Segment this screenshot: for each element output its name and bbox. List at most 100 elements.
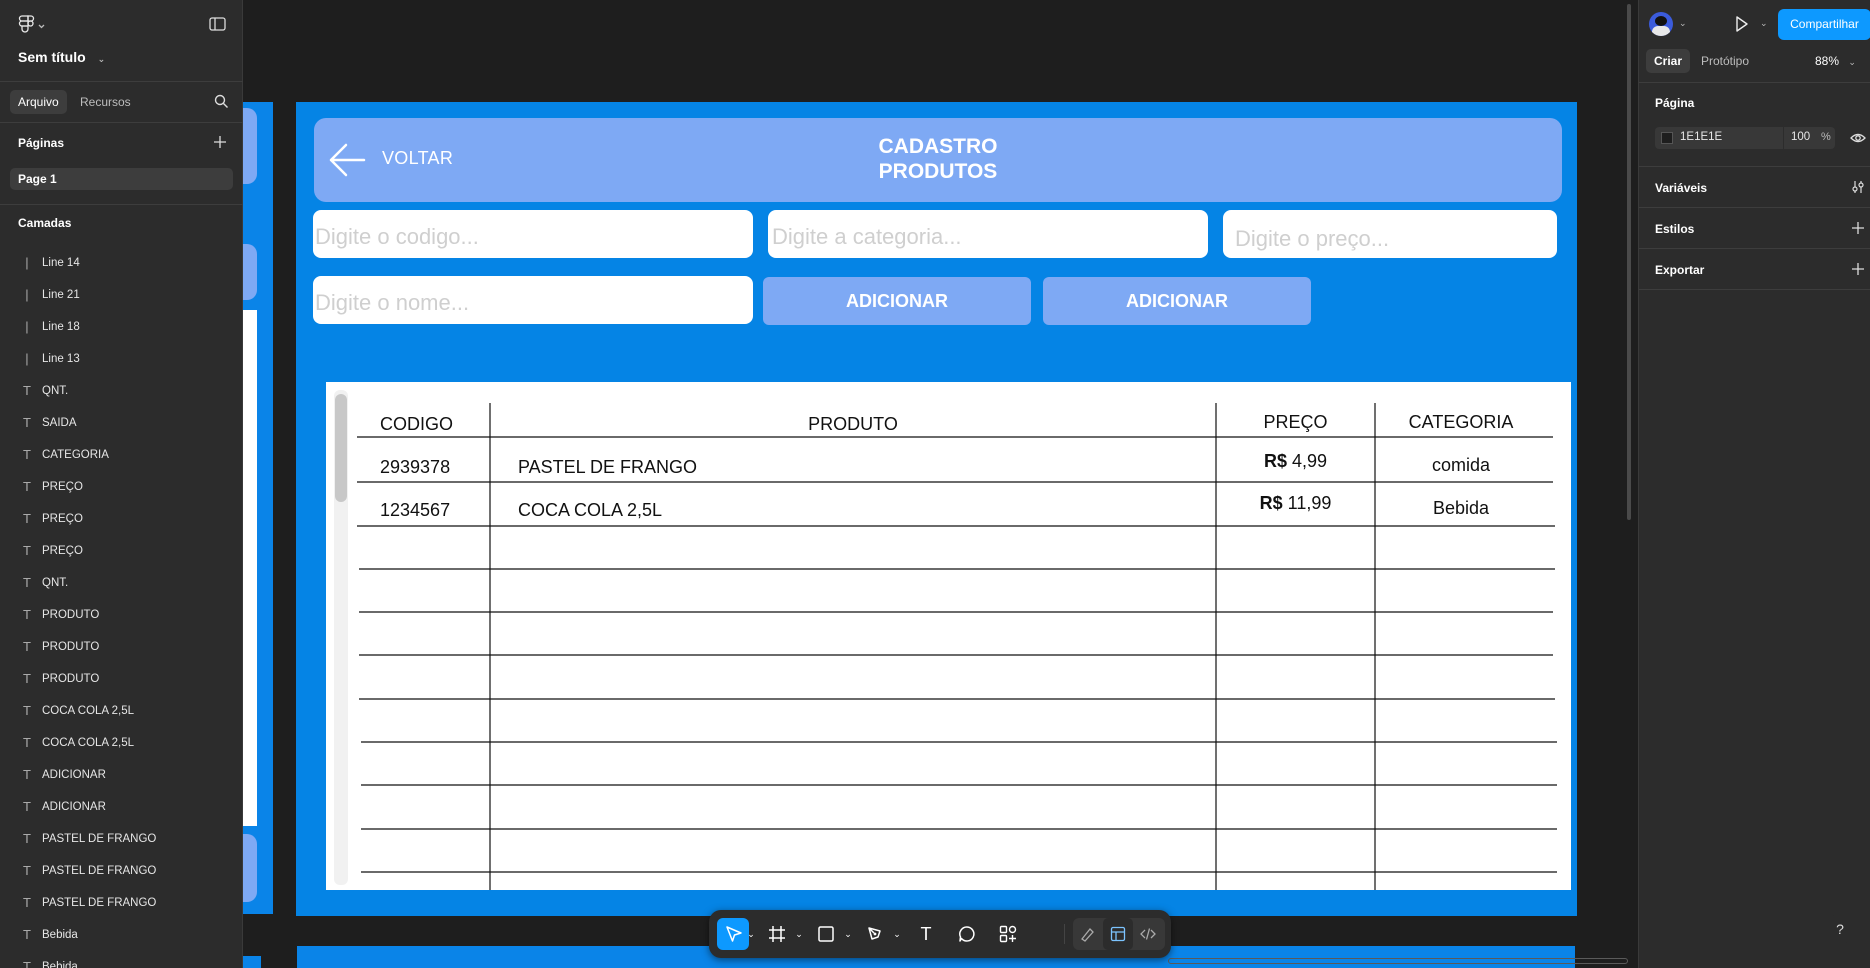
nome-input[interactable]: Digite o nome...	[313, 276, 753, 324]
layer-label: QNT.	[42, 385, 69, 397]
layer-item[interactable]: T COCA COLA 2,5L	[0, 695, 243, 727]
layer-item[interactable]: T PRODUTO	[0, 599, 243, 631]
add-export-icon[interactable]	[1852, 263, 1864, 275]
layer-item[interactable]: T QNT.	[0, 375, 243, 407]
color-swatch[interactable]	[1661, 132, 1673, 144]
add-style-icon[interactable]	[1852, 222, 1864, 234]
zoom-level[interactable]: 88% ⌄	[1815, 49, 1856, 74]
text-layer-icon: T	[23, 831, 31, 846]
design-mode-button[interactable]	[1103, 918, 1133, 950]
styles-heading[interactable]: Estilos	[1655, 222, 1694, 236]
layer-item[interactable]: T PASTEL DE FRANGO	[0, 887, 243, 919]
text-tool-button[interactable]: T	[910, 918, 942, 950]
tab-arquivo[interactable]: Arquivo	[10, 90, 67, 114]
layer-item[interactable]: T PASTEL DE FRANGO	[0, 823, 243, 855]
text-layer-icon: T	[23, 511, 31, 526]
text-layer-icon: T	[23, 767, 31, 782]
layer-item[interactable]: T ADICIONAR	[0, 791, 243, 823]
layer-item[interactable]: T PREÇO	[0, 503, 243, 535]
search-icon[interactable]	[214, 94, 229, 109]
layer-item[interactable]: T Bebida	[0, 919, 243, 951]
page-item-1[interactable]: Page 1	[10, 168, 233, 190]
actions-button[interactable]	[992, 918, 1024, 950]
page-color-field[interactable]: 1E1E1E 100 %	[1655, 127, 1835, 149]
row1-categoria: comida	[1431, 455, 1491, 475]
chevron-down-icon[interactable]: ⌄	[793, 918, 805, 950]
canvas-frame-below-left[interactable]	[243, 956, 261, 968]
layer-item[interactable]: T COCA COLA 2,5L	[0, 727, 243, 759]
export-heading[interactable]: Exportar	[1655, 263, 1704, 277]
cadastro-produtos-frame[interactable]: VOLTAR CADASTRO PRODUTOS Digite o codigo…	[296, 102, 1577, 916]
avatar[interactable]	[1649, 12, 1673, 36]
layer-item[interactable]: T PREÇO	[0, 471, 243, 503]
add-page-icon[interactable]	[214, 136, 226, 148]
adicionar-button-1[interactable]: ADICIONAR	[763, 277, 1031, 325]
preco-input[interactable]: Digite o preço...	[1223, 210, 1557, 258]
figma-logo-icon[interactable]	[18, 14, 48, 34]
tab-recursos[interactable]: Recursos	[80, 90, 131, 114]
pages-heading: Páginas	[18, 136, 65, 150]
text-layer-icon: T	[23, 703, 31, 718]
page-color-hex[interactable]: 1E1E1E	[1680, 131, 1722, 143]
currency-label: R$	[1263, 451, 1287, 471]
row1-produto: PASTEL DE FRANGO	[518, 457, 698, 477]
layer-item[interactable]: T SAIDA	[0, 407, 243, 439]
layer-item[interactable]: | Line 14	[0, 247, 243, 279]
comment-tool-button[interactable]	[951, 918, 983, 950]
layer-item[interactable]: T QNT.	[0, 567, 243, 599]
chevron-down-icon[interactable]: ⌄	[1679, 18, 1687, 29]
page-opacity[interactable]: 100	[1791, 131, 1810, 143]
tab-criar[interactable]: Criar	[1646, 49, 1691, 73]
layer-item[interactable]: | Line 21	[0, 279, 243, 311]
layer-item[interactable]: T PRODUTO	[0, 663, 243, 695]
dev-mode-button[interactable]	[1133, 918, 1163, 950]
adicionar-button-2[interactable]: ADICIONAR	[1043, 277, 1311, 325]
sidebar-toggle-icon[interactable]	[209, 17, 226, 31]
share-button[interactable]: Compartilhar	[1778, 9, 1870, 40]
canvas-frame-partial[interactable]	[243, 102, 273, 914]
text-layer-icon: T	[23, 927, 31, 942]
layer-label: PASTEL DE FRANGO	[42, 865, 157, 877]
chevron-down-icon[interactable]: ⌄	[1760, 18, 1768, 29]
frame-tool-button[interactable]	[761, 918, 793, 950]
tab-prototipo[interactable]: Protótipo	[1701, 49, 1749, 73]
pen-tool-button[interactable]	[859, 918, 891, 950]
chevron-down-icon[interactable]: ⌄	[842, 918, 854, 950]
layer-label: SAIDA	[42, 417, 77, 429]
layer-item[interactable]: T PREÇO	[0, 535, 243, 567]
canvas-horizontal-scrollbar[interactable]	[1168, 958, 1628, 964]
layer-item[interactable]: T ADICIONAR	[0, 759, 243, 791]
variables-heading[interactable]: Variáveis	[1655, 181, 1707, 195]
row2-preco: R$ 11,99	[1216, 493, 1375, 514]
layer-label: Line 21	[42, 289, 80, 301]
shape-tool-button[interactable]	[810, 918, 842, 950]
layer-item[interactable]: T Bebida	[0, 951, 243, 968]
mode-switcher	[1073, 918, 1165, 950]
layer-item[interactable]: | Line 18	[0, 311, 243, 343]
file-title[interactable]: Sem título ⌄	[18, 49, 105, 65]
chevron-down-icon[interactable]: ⌄	[745, 918, 757, 950]
eye-icon[interactable]	[1850, 132, 1866, 144]
layer-item[interactable]: | Line 13	[0, 343, 243, 375]
divider	[1783, 127, 1784, 149]
play-icon[interactable]	[1735, 15, 1749, 33]
categoria-input[interactable]: Digite a categoria...	[768, 210, 1208, 258]
layer-label: Bebida	[42, 961, 78, 968]
layer-item[interactable]: T CATEGORIA	[0, 439, 243, 471]
pen-icon	[868, 927, 881, 940]
bottom-toolbar: ⌄ ⌄ ⌄ ⌄ T	[709, 910, 1171, 958]
help-button[interactable]: ?	[1825, 914, 1855, 944]
layer-item[interactable]: T PASTEL DE FRANGO	[0, 855, 243, 887]
draw-mode-button[interactable]	[1073, 918, 1103, 950]
layer-item[interactable]: T PRODUTO	[0, 631, 243, 663]
row1-preco: R$ 4,99	[1216, 451, 1375, 472]
file-title-text: Sem título	[18, 49, 86, 65]
variables-settings-icon[interactable]	[1851, 180, 1865, 194]
layer-label: COCA COLA 2,5L	[42, 737, 135, 749]
codigo-input[interactable]: Digite o codigo...	[313, 210, 753, 258]
divider	[0, 122, 243, 123]
layer-label: PASTEL DE FRANGO	[42, 833, 157, 845]
chevron-down-icon[interactable]: ⌄	[891, 918, 903, 950]
canvas-vertical-scrollbar[interactable]	[1627, 4, 1631, 520]
chevron-down-icon[interactable]: ⌄	[98, 54, 106, 64]
